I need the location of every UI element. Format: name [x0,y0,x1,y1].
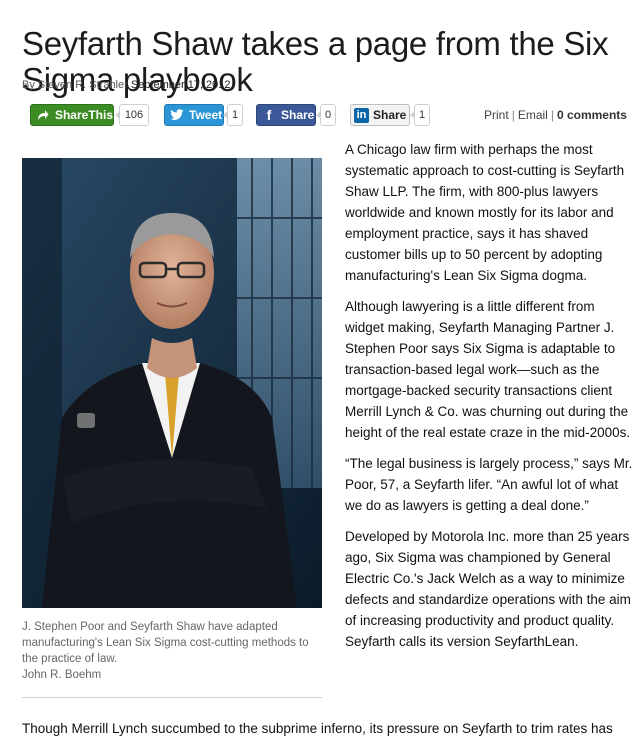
byline-prefix: By [22,79,35,91]
linkedin-share-button[interactable]: in Share [350,104,410,126]
portrait-photo [22,158,322,608]
facebook-icon: f [266,107,272,123]
print-link[interactable]: Print [484,108,509,122]
linkedin-icon: in [354,107,369,123]
separator: | [550,108,554,122]
photo-credit: John R. Boehm [22,669,102,681]
separator: | [511,108,515,122]
sharethis-button[interactable]: ShareThis [30,104,114,126]
linkedin-share-label: Share [373,108,407,122]
paragraph: A Chicago law firm with perhaps the most… [345,142,625,283]
byline: By Steven R. Strahler September 17, 2012 [22,79,231,91]
share-arrow-icon [35,107,51,123]
facebook-share-button[interactable]: f Share [256,104,316,126]
facebook-count: 0 [316,104,336,126]
sharethis-count: 106 [115,104,149,126]
paragraph-full-width: Though Merrill Lynch succumbed to the su… [22,721,613,736]
caption-divider [22,697,322,698]
caption-text: J. Stephen Poor and Seyfarth Shaw have a… [22,621,309,665]
paragraph: Developed by Motorola Inc. more than 25 … [345,529,631,649]
article-photo [22,158,322,608]
facebook-share-label: Share [281,108,315,122]
share-toolbar: ShareThis 106 Tweet 1 f Share 0 in Share… [0,104,644,130]
photo-caption: J. Stephen Poor and Seyfarth Shaw have a… [22,619,322,683]
email-link[interactable]: Email [518,108,548,122]
publish-date: September 17, 2012 [130,79,231,91]
article-body-column: A Chicago law firm with perhaps the most… [345,139,635,662]
paragraph: “The legal business is largely process,”… [345,456,633,513]
sharethis-label: ShareThis [54,108,113,122]
tweet-count: 1 [223,104,243,126]
tweet-label: Tweet [189,108,223,122]
twitter-bird-icon [169,107,185,123]
paragraph: Although lawyering is a little different… [345,299,631,440]
tweet-button[interactable]: Tweet [164,104,224,126]
comments-link[interactable]: 0 comments [557,108,627,122]
author-name[interactable]: Steven R. Strahler [38,79,128,91]
linkedin-count: 1 [410,104,430,126]
article-tools: Print | Email | 0 comments [484,108,627,122]
